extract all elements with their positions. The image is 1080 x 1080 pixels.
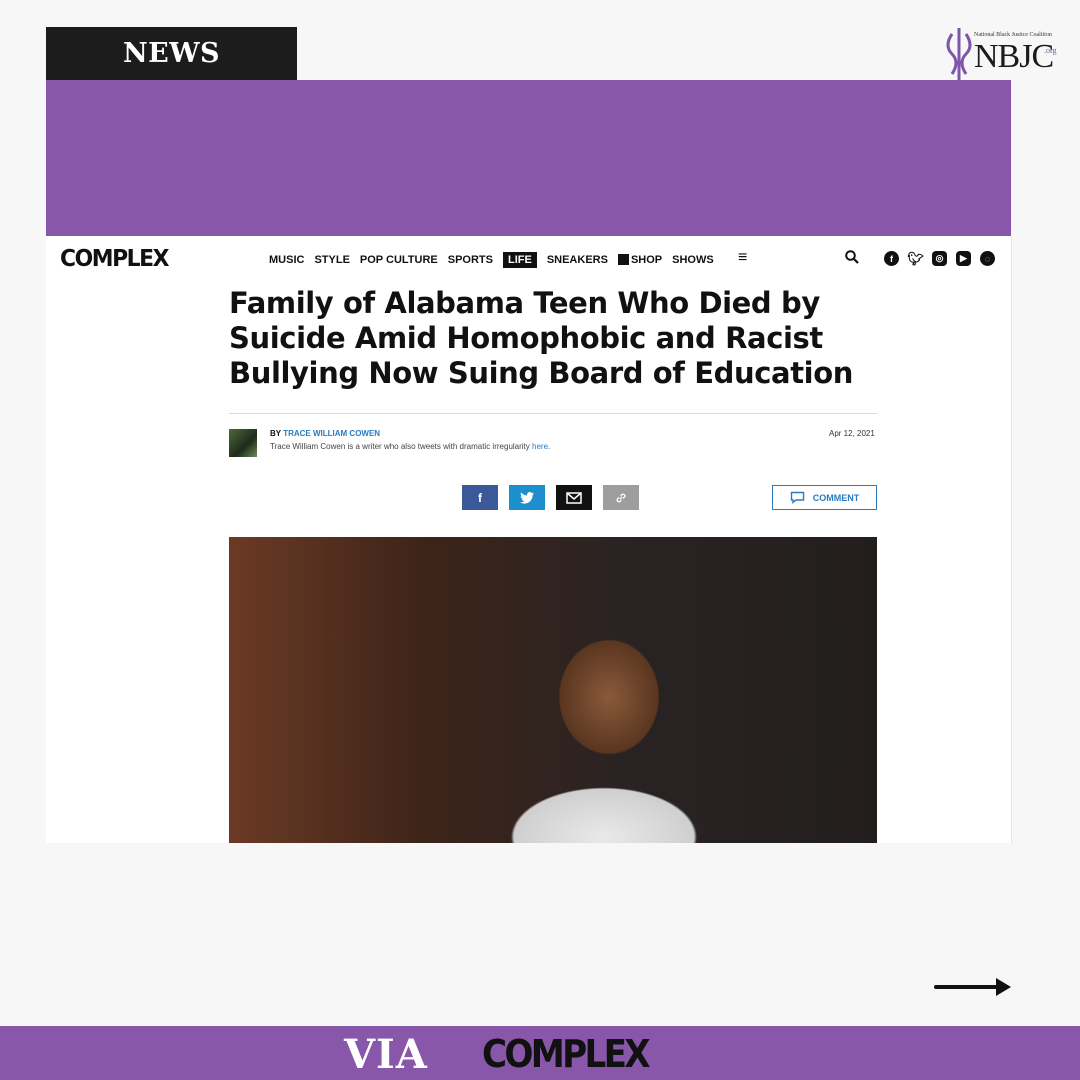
search-icon[interactable] [845, 250, 859, 264]
share-facebook-button[interactable]: f [462, 485, 498, 510]
social-links: f 🐦︎ ◎ ▶ ◌ [884, 251, 995, 266]
shop-icon [617, 254, 629, 265]
logo-org: .org [1044, 46, 1057, 55]
nav-life[interactable]: LIFE [502, 252, 537, 268]
nav-sports[interactable]: SPORTS [448, 254, 493, 266]
site-nav: COMPLEX MUSIC STYLE POP CULTURE SPORTS L… [46, 236, 1011, 284]
youtube-icon[interactable]: ▶ [956, 251, 971, 266]
twitter-icon[interactable]: 🐦︎ [907, 251, 924, 266]
via-label: VIA [344, 1031, 428, 1078]
nav-sneakers[interactable]: SNEAKERS [547, 254, 608, 266]
share-twitter-button[interactable] [509, 485, 545, 510]
article-screenshot: COMPLEX MUSIC STYLE POP CULTURE SPORTS L… [46, 236, 1012, 843]
share-email-button[interactable] [556, 485, 592, 510]
menu-icon[interactable]: ≡ [738, 249, 747, 267]
bio-end: . [548, 442, 551, 451]
nav-music[interactable]: MUSIC [269, 254, 304, 266]
nbjc-emblem-icon [946, 28, 972, 80]
author-avatar[interactable] [229, 429, 257, 457]
site-brand[interactable]: COMPLEX [60, 246, 170, 272]
twitter-icon [520, 491, 534, 504]
author-link[interactable]: TRACE WILLIAM COWEN [283, 429, 380, 438]
facebook-icon[interactable]: f [884, 251, 899, 266]
mail-icon [566, 491, 582, 504]
bio-link[interactable]: here [532, 442, 548, 451]
nbjc-logo: National Black Justice Coalition NBJC .o… [944, 26, 1064, 82]
via-banner: VIA COMPLEX [0, 1026, 1080, 1080]
comment-label: COMMENT [812, 492, 860, 503]
article-photo [229, 537, 877, 843]
logo-mark: NBJC [974, 38, 1054, 75]
article-headline: Family of Alabama Teen Who Died by Suici… [229, 286, 853, 390]
comment-button[interactable]: COMMENT [772, 485, 877, 510]
nav-menu: MUSIC STYLE POP CULTURE SPORTS LIFE SNEA… [269, 252, 714, 268]
snapchat-icon[interactable]: ◌ [980, 251, 995, 266]
news-tag: NEWS [46, 27, 297, 80]
facebook-icon: f [478, 490, 482, 505]
comment-icon [790, 491, 804, 504]
instagram-icon[interactable]: ◎ [932, 251, 947, 266]
nav-shop[interactable]: SHOP [617, 254, 663, 266]
nav-shop-label: SHOP [630, 254, 663, 266]
share-buttons: f [462, 485, 639, 510]
nav-pop-culture[interactable]: POP CULTURE [360, 254, 438, 266]
byline: BY TRACE WILLIAM COWEN [270, 429, 380, 438]
nav-shows[interactable]: SHOWS [672, 254, 714, 266]
bio-text: Trace William Cowen is a writer who also… [270, 442, 530, 451]
via-brand: COMPLEX [482, 1032, 651, 1076]
divider [229, 413, 877, 414]
purple-band [46, 80, 1011, 236]
copy-link-button[interactable] [603, 485, 639, 510]
publish-date: Apr 12, 2021 [829, 429, 875, 438]
author-bio: Trace William Cowen is a writer who also… [270, 442, 550, 451]
next-arrow-icon[interactable] [934, 975, 1014, 999]
nav-style[interactable]: STYLE [314, 254, 349, 266]
link-icon [616, 493, 626, 502]
by-prefix: BY [270, 429, 281, 438]
